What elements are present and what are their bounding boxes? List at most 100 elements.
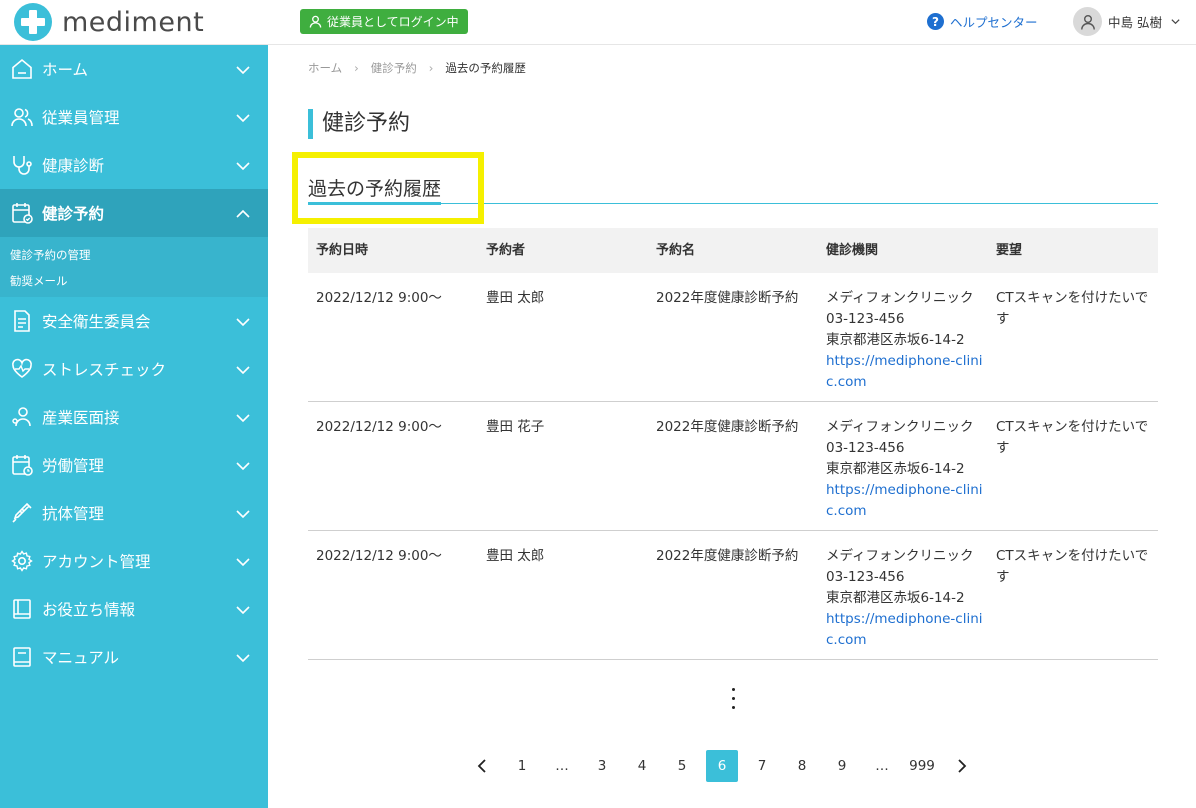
page-button[interactable]: 7 [746, 750, 778, 782]
next-page-button[interactable] [946, 750, 978, 782]
sidebar-subitem-reservation-management[interactable]: 健診予約の管理 [0, 242, 268, 268]
main-content: ホーム › 健診予約 › 過去の予約履歴 健診予約 過去の予約履歴 予約日時 予… [268, 45, 1196, 808]
cell-request: CTスキャンを付けたいです [996, 548, 1149, 585]
cell-clinic: メディフォンクリニック 03-123-456 東京都港区赤坂6-14-2 htt… [818, 402, 988, 530]
sidebar-item-label: 安全衛生委員会 [42, 313, 151, 331]
sidebar-item-stress-check[interactable]: ストレスチェック [0, 345, 268, 393]
user-name: 中島 弘樹 [1108, 15, 1162, 30]
sidebar-item-label: 健診予約 [42, 205, 105, 223]
sidebar-item-label: 健康診断 [42, 157, 105, 175]
sidebar-item-industrial-doctor-interview[interactable]: 産業医面接 [0, 393, 268, 441]
clinic-phone: 03-123-456 [826, 440, 905, 456]
clinic-name: メディフォンクリニック [826, 548, 974, 564]
clinic-phone: 03-123-456 [826, 311, 905, 327]
table-header: 予約日時 予約者 予約名 健診機関 要望 [308, 228, 1158, 273]
chevron-down-icon [236, 162, 250, 171]
sidebar-item-health-checkup[interactable]: 健康診断 [0, 141, 268, 189]
section-header: 過去の予約履歴 [308, 172, 1158, 205]
column-header-datetime: 予約日時 [316, 243, 369, 258]
user-menu[interactable]: 中島 弘樹 [1073, 7, 1181, 36]
cell-reservation-name: 2022年度健康診断予約 [656, 548, 799, 564]
column-header-request: 要望 [996, 243, 1023, 258]
prev-page-button[interactable] [466, 750, 498, 782]
cell-person: 豊田 太郎 [486, 290, 545, 306]
login-status-badge: 従業員としてログイン中 [300, 9, 468, 34]
help-center-label: ヘルプセンター [950, 15, 1038, 30]
cell-datetime: 2022/12/12 9:00〜 [316, 290, 442, 306]
sidebar-subitem-recommendation-mail[interactable]: 勧奨メール [0, 268, 268, 294]
section-title: 過去の予約履歴 [308, 174, 442, 205]
logo-cross-icon [14, 3, 52, 41]
breadcrumb-parent[interactable]: 健診予約 [371, 60, 417, 76]
page-button[interactable]: 9 [826, 750, 858, 782]
clinic-url-link[interactable]: https://mediphone-clinic.com [826, 482, 983, 519]
person-icon [309, 15, 322, 28]
clinic-url-link[interactable]: https://mediphone-clinic.com [826, 353, 983, 390]
chevron-down-icon [236, 654, 250, 663]
sidebar-item-label: 従業員管理 [42, 109, 120, 127]
sidebar-item-manual[interactable]: マニュアル [0, 633, 268, 681]
sidebar-item-label: ストレスチェック [42, 361, 167, 379]
sidebar-item-checkup-reservation[interactable]: 健診予約 [0, 189, 268, 237]
chevron-down-icon [236, 510, 250, 519]
page-ellipsis: … [555, 758, 569, 774]
syringe-icon [12, 502, 32, 523]
cell-person: 豊田 花子 [486, 419, 545, 435]
sidebar-item-label: ホーム [42, 61, 89, 79]
sidebar-item-label: 労働管理 [42, 457, 105, 475]
sidebar-item-label: アカウント管理 [42, 553, 151, 571]
avatar [1073, 7, 1102, 36]
sidebar-item-label: 産業医面接 [42, 409, 120, 427]
breadcrumb-chevron-icon: › [354, 61, 359, 75]
column-header-person: 予約者 [486, 243, 526, 258]
sidebar-item-useful-info[interactable]: お役立ち情報 [0, 585, 268, 633]
table-row: 2022/12/12 9:00〜 豊田 花子 2022年度健康診断予約 メディフ… [308, 402, 1158, 531]
page-title: 健診予約 [308, 109, 410, 139]
breadcrumb: ホーム › 健診予約 › 過去の予約履歴 [308, 60, 526, 76]
sidebar-item-labor-management[interactable]: 労働管理 [0, 441, 268, 489]
users-icon [11, 108, 33, 127]
sidebar-item-account-management[interactable]: アカウント管理 [0, 537, 268, 585]
column-header-clinic: 健診機関 [826, 243, 879, 258]
page-button[interactable]: 1 [506, 750, 538, 782]
sidebar-item-label: 抗体管理 [42, 505, 105, 523]
sidebar-subnav: 健診予約の管理 勧奨メール [0, 237, 268, 297]
page-button[interactable]: 3 [586, 750, 618, 782]
heart-icon [12, 358, 32, 378]
breadcrumb-home[interactable]: ホーム [308, 60, 342, 76]
sidebar: ホーム 従業員管理 健康診断 健診予約 健診予約の管理 勧奨メール 安全衛生委員… [0, 45, 268, 808]
chevron-down-icon [236, 414, 250, 423]
chevron-left-icon [477, 759, 486, 773]
page-button[interactable]: 999 [906, 750, 938, 782]
chevron-down-icon [236, 558, 250, 567]
home-icon [12, 58, 32, 79]
sidebar-item-antibody-management[interactable]: 抗体管理 [0, 489, 268, 537]
cell-reservation-name: 2022年度健康診断予約 [656, 419, 799, 435]
chevron-down-icon [236, 366, 250, 375]
clinic-address: 東京都港区赤坂6-14-2 [826, 461, 965, 477]
sidebar-item-employees[interactable]: 従業員管理 [0, 93, 268, 141]
cell-reservation-name: 2022年度健康診断予約 [656, 290, 799, 306]
help-center-link[interactable]: ? ヘルプセンター [927, 12, 1038, 31]
sidebar-item-label: お役立ち情報 [42, 601, 136, 619]
page-button[interactable]: 4 [626, 750, 658, 782]
clinic-url-link[interactable]: https://mediphone-clinic.com [826, 611, 983, 648]
login-status-label: 従業員としてログイン中 [327, 15, 459, 29]
clinic-name: メディフォンクリニック [826, 419, 974, 435]
logo-text: mediment [62, 6, 205, 38]
sidebar-item-safety-committee[interactable]: 安全衛生委員会 [0, 297, 268, 345]
help-icon: ? [927, 13, 944, 30]
page-button-current[interactable]: 6 [706, 750, 738, 782]
doctor-icon [12, 407, 31, 427]
logo[interactable]: mediment [14, 3, 204, 41]
page-button[interactable]: 8 [786, 750, 818, 782]
chevron-down-icon [236, 606, 250, 615]
sidebar-item-home[interactable]: ホーム [0, 45, 268, 93]
pagination: 1 … 3 4 5 6 7 8 9 … 999 [466, 750, 986, 782]
clinic-address: 東京都港区赤坂6-14-2 [826, 332, 965, 348]
chevron-down-icon [236, 462, 250, 471]
chevron-down-icon [236, 66, 250, 75]
breadcrumb-chevron-icon: › [428, 61, 434, 75]
page-button[interactable]: 5 [666, 750, 698, 782]
cell-clinic: メディフォンクリニック 03-123-456 東京都港区赤坂6-14-2 htt… [818, 273, 988, 401]
